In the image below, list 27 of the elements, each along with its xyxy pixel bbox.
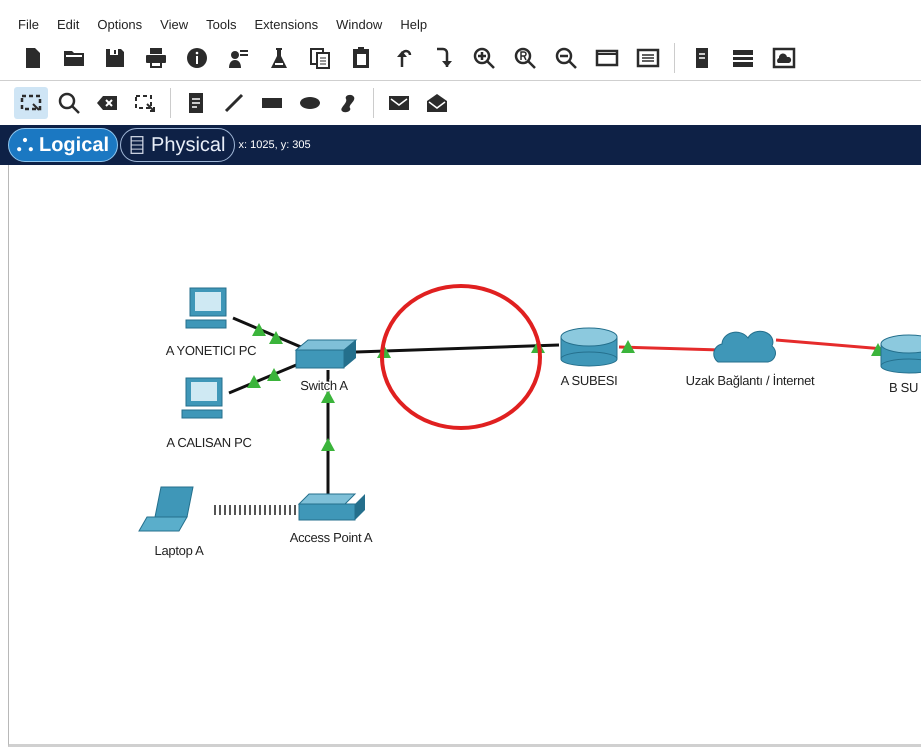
- view-tab[interactable]: Physical: [120, 128, 234, 162]
- router-icon[interactable]: [880, 334, 921, 374]
- device-label: Access Point A: [290, 530, 372, 545]
- menu-item[interactable]: Window: [332, 16, 392, 32]
- device-label: A YONETICI PC: [166, 343, 256, 358]
- menu-item[interactable]: Extensions: [250, 16, 328, 32]
- access-point-icon[interactable]: [298, 494, 365, 520]
- device-label: Uzak Bağlantı / İnternet: [686, 373, 814, 388]
- device-label: A SUBESI: [560, 373, 618, 388]
- device-label: A CALISAN PC: [166, 435, 252, 450]
- menu-item[interactable]: Edit: [52, 16, 90, 32]
- cursor-coordinates: x: 1025, y: 305: [238, 139, 311, 151]
- menu-item[interactable]: View: [156, 16, 198, 32]
- menu-item[interactable]: Options: [93, 16, 152, 32]
- device-label: B SU: [889, 380, 918, 395]
- cloud-icon[interactable]: [713, 330, 776, 362]
- switch-icon[interactable]: [294, 340, 358, 368]
- pc-icon[interactable]: [182, 378, 222, 418]
- view-tab[interactable]: Logical: [8, 128, 118, 162]
- pc-icon[interactable]: [186, 288, 226, 328]
- select-icon[interactable]: [14, 87, 48, 119]
- menu-item[interactable]: Help: [396, 16, 438, 32]
- router-icon[interactable]: [560, 328, 618, 366]
- menu-item[interactable]: File: [14, 16, 49, 32]
- laptop-icon[interactable]: [138, 486, 194, 532]
- device-label: Laptop A: [154, 543, 204, 558]
- menu-item[interactable]: Tools: [202, 16, 246, 32]
